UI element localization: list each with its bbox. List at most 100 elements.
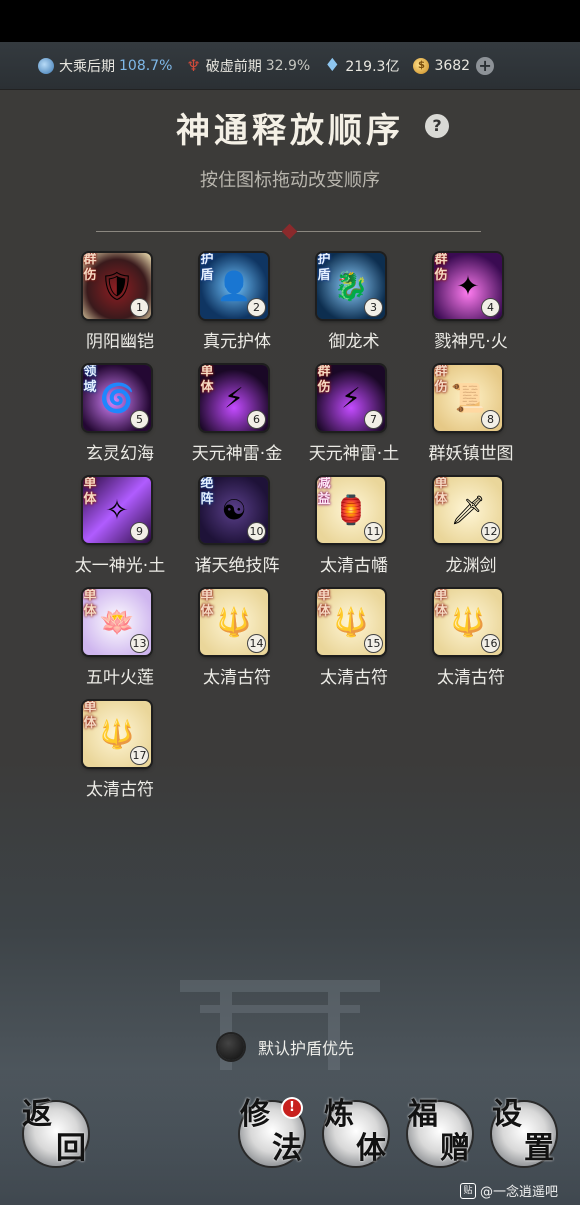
skill-name: 天元神雷·金	[191, 444, 283, 464]
skill-slot[interactable]: 🏮 减益 11 太清古幡	[296, 477, 412, 589]
cultivate-label-2: 法	[272, 1131, 302, 1166]
skill-slot[interactable]: ☯ 绝阵 10 诸天绝技阵	[179, 477, 295, 589]
realm-label: 大乘后期	[59, 58, 115, 75]
sword-skill-icon[interactable]: 🗡 单体 12	[434, 477, 502, 543]
skill-name: 群妖镇世图	[428, 444, 514, 464]
skill-tag: 护盾	[317, 253, 331, 283]
dragon-skill-icon[interactable]: 🐉 护盾 3	[317, 253, 385, 319]
skill-tag: 减益	[317, 477, 331, 507]
add-coin-button[interactable]: +	[476, 56, 495, 75]
talisman-skill-icon[interactable]: 🔱 单体 14	[200, 589, 268, 655]
talisman-skill-icon[interactable]: 🔱 单体 16	[434, 589, 502, 655]
spirit-stat: ♦ 219.3亿	[324, 56, 399, 76]
scroll-skill-icon[interactable]: 📜 群伤 8	[434, 365, 502, 431]
skill-tag: 单体	[83, 477, 97, 507]
skill-tag: 单体	[200, 589, 214, 619]
skill-name: 御龙术	[328, 332, 380, 352]
armor-art: 🛡	[99, 269, 135, 303]
skill-slot[interactable]: 🔱 单体 15 太清古符	[296, 589, 412, 701]
skill-slot[interactable]: 🛡 群伤 1 阴阳幽铠	[62, 253, 178, 365]
order-number: 14	[247, 634, 266, 653]
back-label-2: 回	[56, 1131, 86, 1166]
skill-slot[interactable]: 🐉 护盾 3 御龙术	[296, 253, 412, 365]
skill-name: 太清古符	[437, 668, 505, 688]
spirit-value: 219.3亿	[345, 58, 400, 75]
watermark: 贴 @一念逍遥吧	[460, 1181, 558, 1200]
skill-slot[interactable]: 🪷 单体 13 五叶火莲	[62, 589, 178, 701]
skill-slot[interactable]: ⚡ 群伤 7 天元神雷·土	[296, 365, 412, 477]
armor-skill-icon[interactable]: 🛡 群伤 1	[83, 253, 151, 319]
talisman-skill-icon[interactable]: 🔱 单体 15	[317, 589, 385, 655]
realm-stat: 大乘后期 108.7%	[38, 56, 172, 76]
toggle-label: 默认护盾优先	[258, 1039, 355, 1058]
skill-tag: 群伤	[83, 253, 97, 283]
sword-art: 🗡	[450, 493, 486, 527]
vortex-skill-icon[interactable]: 🌀 领域 5	[83, 365, 151, 431]
skill-slot[interactable]: ✦ 群伤 4 戮神咒·火	[413, 253, 529, 365]
skill-tag: 护盾	[200, 253, 214, 283]
skill-name: 天元神雷·土	[308, 444, 400, 464]
order-number: 17	[130, 746, 149, 765]
help-icon[interactable]: ?	[425, 114, 449, 138]
banner-art: 🏮	[333, 493, 369, 527]
order-number: 1	[130, 298, 149, 317]
watermark-text: @一念逍遥吧	[480, 1185, 559, 1200]
order-number: 15	[364, 634, 383, 653]
realm-orb-icon	[38, 57, 54, 74]
skill-name: 太清古符	[320, 668, 388, 688]
thunder-skill-icon[interactable]: ⚡ 群伤 7	[317, 365, 385, 431]
shield-art: 👤	[216, 269, 252, 303]
cultivate-label-1: 修	[240, 1097, 270, 1132]
thunder-art: ⚡	[224, 381, 244, 415]
skill-tag: 单体	[83, 701, 97, 731]
vortex-art: 🌀	[99, 381, 135, 415]
skill-slot[interactable]: 🔱 单体 17 太清古符	[62, 701, 178, 813]
skill-tag: 群伤	[434, 253, 448, 283]
curse-skill-icon[interactable]: ✦ 群伤 4	[434, 253, 502, 319]
order-number: 9	[130, 522, 149, 541]
skill-slot[interactable]: 🔱 单体 14 太清古符	[179, 589, 295, 701]
break-percent: 32.9%	[265, 57, 311, 74]
beam-art: ✧	[105, 493, 129, 527]
order-number: 3	[364, 298, 383, 317]
skill-tag: 群伤	[434, 365, 448, 395]
tieba-icon: 贴	[460, 1182, 476, 1199]
beam-skill-icon[interactable]: ✧ 单体 9	[83, 477, 151, 543]
order-number: 6	[247, 410, 266, 429]
skill-tag: 绝阵	[200, 477, 214, 507]
skill-tag: 单体	[434, 477, 448, 507]
skill-name: 诸天绝技阵	[194, 556, 280, 576]
lotus-skill-icon[interactable]: 🪷 单体 13	[83, 589, 151, 655]
break-stat: ♆ 破虚前期 32.9%	[186, 56, 310, 76]
skill-slot[interactable]: 🗡 单体 12 龙渊剑	[413, 477, 529, 589]
skill-slot[interactable]: ✧ 单体 9 太一神光·土	[62, 477, 178, 589]
toggle-radio[interactable]	[218, 1034, 244, 1060]
banner-skill-icon[interactable]: 🏮 减益 11	[317, 477, 385, 543]
talisman-art: 🔱	[450, 605, 486, 639]
thunder-skill-icon[interactable]: ⚡ 单体 6	[200, 365, 268, 431]
skill-name: 太清古幡	[320, 556, 388, 576]
talisman-skill-icon[interactable]: 🔱 单体 17	[83, 701, 151, 767]
skill-slot[interactable]: 🔱 单体 16 太清古符	[413, 589, 529, 701]
settings-label-2: 置	[524, 1131, 554, 1166]
skill-slot[interactable]: 👤 护盾 2 真元护体	[179, 253, 295, 365]
shield-skill-icon[interactable]: 👤 护盾 2	[200, 253, 268, 319]
thunder-art: ⚡	[341, 381, 361, 415]
talisman-art: 🔱	[216, 605, 252, 639]
lotus-art: 🪷	[99, 605, 135, 639]
skill-name: 太清古符	[203, 668, 271, 688]
gate-beam	[180, 980, 380, 992]
skill-slot[interactable]: 📜 群伤 8 群妖镇世图	[413, 365, 529, 477]
shield-priority-toggle[interactable]: 默认护盾优先	[218, 1034, 354, 1060]
skill-slot[interactable]: 🌀 领域 5 玄灵幻海	[62, 365, 178, 477]
order-number: 2	[247, 298, 266, 317]
settings-label-1: 设	[492, 1097, 522, 1132]
skill-tag: 单体	[83, 589, 97, 619]
top-black-bar	[0, 0, 580, 42]
skill-slot[interactable]: ⚡ 单体 6 天元神雷·金	[179, 365, 295, 477]
trident-icon: ♆	[186, 55, 201, 75]
curse-art: ✦	[456, 269, 480, 303]
skill-name: 阴阳幽铠	[86, 332, 154, 352]
talisman-art: 🔱	[333, 605, 369, 639]
formation-skill-icon[interactable]: ☯ 绝阵 10	[200, 477, 268, 543]
